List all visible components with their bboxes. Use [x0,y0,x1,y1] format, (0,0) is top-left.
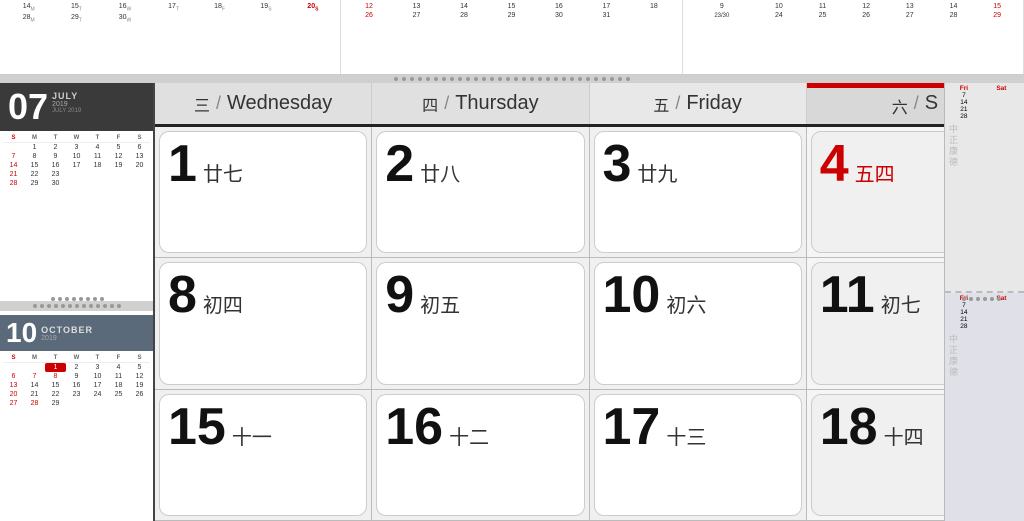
right-deco-text-top: 中正康德 [947,124,960,168]
cell-wed-3: 15 十一 [155,390,372,520]
date-fri-2: 10 初六 [603,269,793,321]
date-num-1: 1 [168,138,197,190]
cell-box-fri-2: 10 初六 [594,262,802,384]
cell-box-fri-3: 17 十三 [594,394,802,516]
cn-date-4: 五四 [855,158,895,187]
mid-dotted-separator-left [0,295,155,303]
day-columns: 三 / Wednesday 四 / Thursday 五 / Friday 六 … [155,83,1024,521]
week-row-1: 1 廿七 2 廿八 [155,127,1024,258]
cn-date-2: 廿八 [420,158,460,187]
july-number: 07 [8,89,48,125]
mini-cal-3: 9101112131415 23/30242526272829 [683,0,1024,74]
october-year: 2019 [41,335,93,342]
date-num-4: 4 [820,138,849,190]
cn-date-16: 十二 [449,421,489,450]
date-wed-2: 8 初四 [168,269,358,321]
date-thu-3: 16 十二 [385,401,575,453]
date-num-17: 17 [603,401,661,453]
thu-cn: 四 [422,92,438,116]
cn-date-17: 十三 [666,421,706,450]
wed-en: Wednesday [227,92,332,115]
date-num-18: 18 [820,401,878,453]
date-fri-1: 3 廿九 [603,138,793,190]
cell-fri-1: 3 廿九 [590,127,807,257]
thu-en: Thursday [455,92,538,115]
cell-box-thu-1: 2 廿八 [376,131,584,253]
wed-cn: 三 [194,92,210,116]
july-mini-cal: SMTWTFS 123456 78910111213 1415161718192… [0,131,153,301]
week-row-2: 8 初四 9 初五 10 [155,258,1024,389]
cn-date-11: 初七 [881,289,921,318]
date-num-16: 16 [385,401,443,453]
mid-dotted-separator-right [939,295,1024,303]
cell-box-fri-1: 3 廿九 [594,131,802,253]
mini-cal-2: 12 131415161718 26 2728293031 [341,0,682,74]
cell-thu-2: 9 初五 [372,258,589,388]
sat-en: S [925,92,938,115]
thursday-header: 四 / Thursday [372,83,589,124]
date-num-3: 3 [603,138,632,190]
cell-box-wed-3: 15 十一 [159,394,367,516]
mini-cal-1: 14M 15T 16W 17T 18F 19S 20S 28M 29T 30W [0,0,341,74]
date-thu-2: 9 初五 [385,269,575,321]
date-num-15: 15 [168,401,226,453]
date-num-9: 9 [385,269,414,321]
week-row-3: 15 十一 16 十二 [155,390,1024,521]
cn-date-8: 初四 [203,289,243,318]
cell-thu-3: 16 十二 [372,390,589,520]
date-wed-1: 1 廿七 [168,138,358,190]
july-badge: 07 JULY 2019 JULY 2019 [0,83,153,131]
october-info: OCTOBER 2019 [41,325,93,342]
date-num-11: 11 [820,269,875,321]
sat-cn: 六 [892,94,908,118]
top-mini-calendars: 14M 15T 16W 17T 18F 19S 20S 28M 29T 30W … [0,0,1024,75]
july-sublabel: JULY 2019 [52,108,81,114]
cell-box-wed-2: 8 初四 [159,262,367,384]
july-year: 2019 [52,101,81,108]
cell-box-wed-1: 1 廿七 [159,131,367,253]
cell-thu-1: 2 廿八 [372,127,589,257]
cn-date-3: 廿九 [637,158,677,187]
date-num-2: 2 [385,138,414,190]
right-mini-cal-bottom: Fri Sat 7 14 21 28 中正康德 [945,293,1024,521]
fri-cn: 五 [653,92,669,116]
dotted-separator-top [0,75,1024,83]
day-headers: 三 / Wednesday 四 / Thursday 五 / Friday 六 … [155,83,1024,127]
july-name: JULY [52,91,81,101]
cell-fri-3: 17 十三 [590,390,807,520]
friday-header: 五 / Friday [590,83,807,124]
calendar-grid: 1 廿七 2 廿八 [155,127,1024,521]
date-fri-3: 17 十三 [603,401,793,453]
date-thu-1: 2 廿八 [385,138,575,190]
date-num-8: 8 [168,269,197,321]
october-number: 10 [6,319,37,347]
october-badge: 10 OCTOBER 2019 [0,315,153,351]
wednesday-header: 三 / Wednesday [155,83,372,124]
fri-en: Friday [686,92,742,115]
cell-box-thu-2: 9 初五 [376,262,584,384]
july-info: JULY 2019 JULY 2019 [52,89,81,114]
cn-date-9: 初五 [420,289,460,318]
right-mini-cal-top: Fri Sat 7 14 21 28 中正康德 [945,83,1024,293]
date-num-10: 10 [603,269,661,321]
cn-date-18: 十四 [884,421,924,450]
cn-date-1: 廿七 [203,158,243,187]
cell-box-thu-3: 16 十二 [376,394,584,516]
cell-wed-2: 8 初四 [155,258,372,388]
october-name: OCTOBER [41,325,93,335]
cn-date-15: 十一 [232,421,272,450]
october-mini-cal: SMTWTFS 12345 6789101112 13141516171819 … [0,351,153,521]
cell-wed-1: 1 廿七 [155,127,372,257]
cell-fri-2: 10 初六 [590,258,807,388]
date-wed-3: 15 十一 [168,401,358,453]
cn-date-10: 初六 [666,289,706,318]
right-deco-text-bottom: 中正康德 [947,334,960,378]
